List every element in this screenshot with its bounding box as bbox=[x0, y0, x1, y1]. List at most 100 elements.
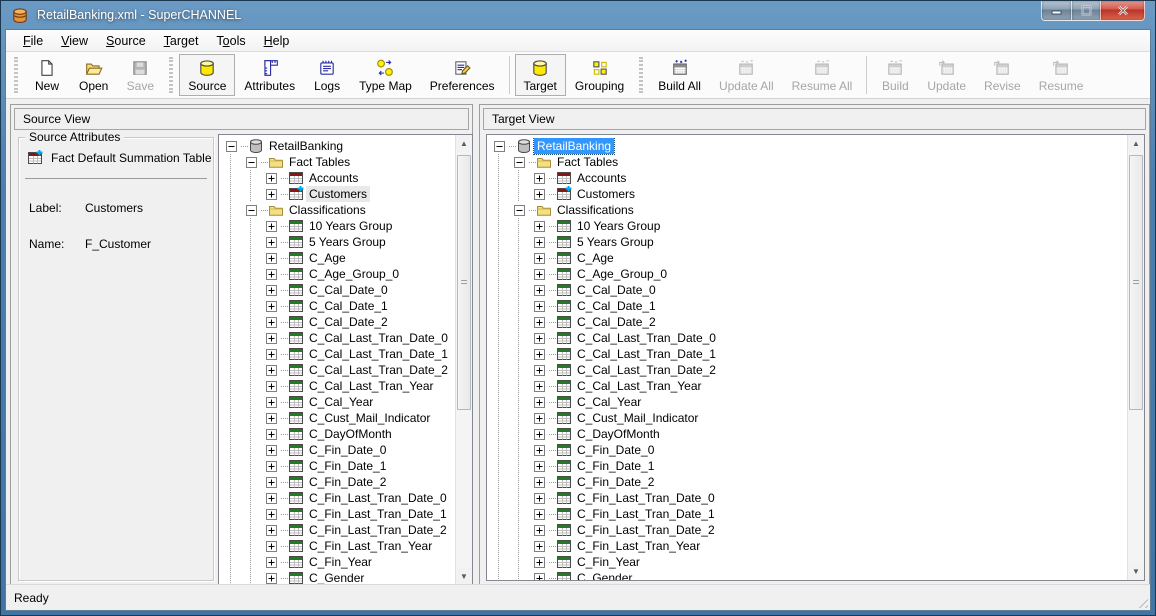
collapse-expander-icon[interactable] bbox=[241, 205, 261, 216]
expand-expander-icon[interactable] bbox=[261, 221, 281, 232]
tree-item-c-dayofmonth[interactable]: C_DayOfMonth bbox=[221, 426, 454, 442]
tree-item-c-fin-date-2[interactable]: C_Fin_Date_2 bbox=[221, 474, 454, 490]
tree-item-label[interactable]: C_Fin_Last_Tran_Date_1 bbox=[574, 506, 718, 522]
tree-item-label[interactable]: C_Cal_Last_Tran_Date_0 bbox=[306, 330, 451, 346]
expand-expander-icon[interactable] bbox=[261, 445, 281, 456]
tree-item-label[interactable]: C_Cal_Date_2 bbox=[574, 314, 659, 330]
tree-item-c-cal-last-tran-year[interactable]: C_Cal_Last_Tran_Year bbox=[489, 378, 1126, 394]
tree-item-label[interactable]: C_Cal_Date_0 bbox=[306, 282, 391, 298]
toolbar-button-new[interactable]: New bbox=[24, 54, 70, 96]
tree-item-label[interactable]: C_Cal_Last_Tran_Date_1 bbox=[306, 346, 451, 362]
tree-item-label[interactable]: C_Fin_Date_1 bbox=[306, 458, 389, 474]
tree-item-c-cal-last-tran-date-0[interactable]: C_Cal_Last_Tran_Date_0 bbox=[489, 330, 1126, 346]
expand-expander-icon[interactable] bbox=[261, 525, 281, 536]
menu-file[interactable]: File bbox=[14, 32, 52, 50]
tree-item-c-cal-date-0[interactable]: C_Cal_Date_0 bbox=[221, 282, 454, 298]
toolbar-button-source[interactable]: Source bbox=[179, 54, 235, 96]
toolbar-button-preferences[interactable]: Preferences bbox=[421, 54, 504, 96]
tree-item-label[interactable]: C_Cal_Date_0 bbox=[574, 282, 659, 298]
expand-expander-icon[interactable] bbox=[261, 429, 281, 440]
expand-expander-icon[interactable] bbox=[261, 493, 281, 504]
expand-expander-icon[interactable] bbox=[261, 557, 281, 568]
menu-source[interactable]: Source bbox=[97, 32, 155, 50]
tree-item-label[interactable]: RetailBanking bbox=[266, 138, 346, 154]
title-bar[interactable]: RetailBanking.xml - SuperCHANNEL bbox=[1, 1, 1155, 29]
expand-expander-icon[interactable] bbox=[261, 413, 281, 424]
tree-item-fact-tables[interactable]: Fact Tables bbox=[489, 154, 1126, 170]
toolbar-button-logs[interactable]: Logs bbox=[304, 54, 350, 96]
tree-item-accounts[interactable]: Accounts bbox=[221, 170, 454, 186]
tree-item-c-fin-last-tran-date-2[interactable]: C_Fin_Last_Tran_Date_2 bbox=[221, 522, 454, 538]
tree-item-label[interactable]: RetailBanking bbox=[534, 138, 614, 154]
expand-expander-icon[interactable] bbox=[529, 253, 549, 264]
collapse-expander-icon[interactable] bbox=[509, 157, 529, 168]
menu-view[interactable]: View bbox=[52, 32, 97, 50]
expand-expander-icon[interactable] bbox=[529, 237, 549, 248]
tree-item-label[interactable]: C_Fin_Last_Tran_Date_2 bbox=[574, 522, 718, 538]
tree-item-label[interactable]: C_DayOfMonth bbox=[306, 426, 395, 442]
expand-expander-icon[interactable] bbox=[529, 317, 549, 328]
tree-item-c-cal-year[interactable]: C_Cal_Year bbox=[489, 394, 1126, 410]
tree-item-label[interactable]: C_Fin_Year bbox=[574, 554, 643, 570]
scroll-thumb[interactable] bbox=[1129, 155, 1143, 410]
toolbar-button-grouping[interactable]: Grouping bbox=[566, 54, 633, 96]
tree-item-fact-tables[interactable]: Fact Tables bbox=[221, 154, 454, 170]
tree-item-label[interactable]: C_Cal_Last_Tran_Year bbox=[306, 378, 437, 394]
tree-item-classifications[interactable]: Classifications bbox=[489, 202, 1126, 218]
tree-item-label[interactable]: C_Fin_Date_0 bbox=[574, 442, 657, 458]
expand-expander-icon[interactable] bbox=[529, 525, 549, 536]
tree-item-5-years-group[interactable]: 5 Years Group bbox=[221, 234, 454, 250]
expand-expander-icon[interactable] bbox=[529, 509, 549, 520]
tree-item-c-cal-last-tran-date-0[interactable]: C_Cal_Last_Tran_Date_0 bbox=[221, 330, 454, 346]
tree-item-label[interactable]: C_Fin_Year bbox=[306, 554, 375, 570]
tree-item-c-fin-last-tran-date-0[interactable]: C_Fin_Last_Tran_Date_0 bbox=[221, 490, 454, 506]
collapse-expander-icon[interactable] bbox=[221, 141, 241, 152]
tree-item-retailbanking[interactable]: RetailBanking bbox=[489, 138, 1126, 154]
tree-item-label[interactable]: C_Gender bbox=[306, 570, 367, 585]
tree-item-c-fin-last-tran-date-1[interactable]: C_Fin_Last_Tran_Date_1 bbox=[489, 506, 1126, 522]
tree-item-retailbanking[interactable]: RetailBanking bbox=[221, 138, 454, 154]
tree-item-c-fin-year[interactable]: C_Fin_Year bbox=[489, 554, 1126, 570]
tree-item-c-dayofmonth[interactable]: C_DayOfMonth bbox=[489, 426, 1126, 442]
tree-item-c-cal-date-0[interactable]: C_Cal_Date_0 bbox=[489, 282, 1126, 298]
tree-item-c-cust-mail-indicator[interactable]: C_Cust_Mail_Indicator bbox=[489, 410, 1126, 426]
expand-expander-icon[interactable] bbox=[261, 509, 281, 520]
tree-item-c-cal-date-2[interactable]: C_Cal_Date_2 bbox=[489, 314, 1126, 330]
tree-item-c-fin-last-tran-year[interactable]: C_Fin_Last_Tran_Year bbox=[221, 538, 454, 554]
tree-item-customers[interactable]: Customers bbox=[221, 186, 454, 202]
tree-item-label[interactable]: C_Cal_Last_Tran_Year bbox=[574, 378, 705, 394]
tree-item-c-gender[interactable]: C_Gender bbox=[221, 570, 454, 585]
expand-expander-icon[interactable] bbox=[529, 413, 549, 424]
tree-item-c-fin-last-tran-date-0[interactable]: C_Fin_Last_Tran_Date_0 bbox=[489, 490, 1126, 506]
close-button[interactable] bbox=[1100, 1, 1145, 21]
tree-item-customers[interactable]: Customers bbox=[489, 186, 1126, 202]
tree-item-accounts[interactable]: Accounts bbox=[489, 170, 1126, 186]
expand-expander-icon[interactable] bbox=[529, 541, 549, 552]
tree-item-label[interactable]: Fact Tables bbox=[286, 154, 353, 170]
tree-item-label[interactable]: C_Fin_Date_2 bbox=[306, 474, 389, 490]
tree-item-10-years-group[interactable]: 10 Years Group bbox=[489, 218, 1126, 234]
expand-expander-icon[interactable] bbox=[529, 445, 549, 456]
tree-item-c-fin-date-0[interactable]: C_Fin_Date_0 bbox=[489, 442, 1126, 458]
expand-expander-icon[interactable] bbox=[261, 397, 281, 408]
tree-item-label[interactable]: C_Age bbox=[574, 250, 617, 266]
expand-expander-icon[interactable] bbox=[261, 477, 281, 488]
tree-item-label[interactable]: 10 Years Group bbox=[574, 218, 663, 234]
tree-item-c-age-group-0[interactable]: C_Age_Group_0 bbox=[489, 266, 1126, 282]
tree-item-label[interactable]: C_Cal_Last_Tran_Date_2 bbox=[306, 362, 451, 378]
source-tree-scrollbar[interactable]: ▲ ▼ bbox=[455, 135, 472, 585]
toolbar-button-type-map[interactable]: Type Map bbox=[350, 54, 421, 96]
tree-item-classifications[interactable]: Classifications bbox=[221, 202, 454, 218]
tree-item-c-age-group-0[interactable]: C_Age_Group_0 bbox=[221, 266, 454, 282]
tree-item-label[interactable]: Classifications bbox=[554, 202, 637, 218]
expand-expander-icon[interactable] bbox=[529, 477, 549, 488]
expand-expander-icon[interactable] bbox=[261, 173, 281, 184]
scroll-up-icon[interactable]: ▲ bbox=[456, 135, 472, 152]
scroll-down-icon[interactable]: ▼ bbox=[456, 568, 472, 585]
expand-expander-icon[interactable] bbox=[529, 397, 549, 408]
tree-item-label[interactable]: Classifications bbox=[286, 202, 369, 218]
tree-item-label[interactable]: C_Cal_Last_Tran_Date_0 bbox=[574, 330, 719, 346]
tree-item-c-cal-year[interactable]: C_Cal_Year bbox=[221, 394, 454, 410]
tree-item-c-fin-date-0[interactable]: C_Fin_Date_0 bbox=[221, 442, 454, 458]
expand-expander-icon[interactable] bbox=[261, 317, 281, 328]
